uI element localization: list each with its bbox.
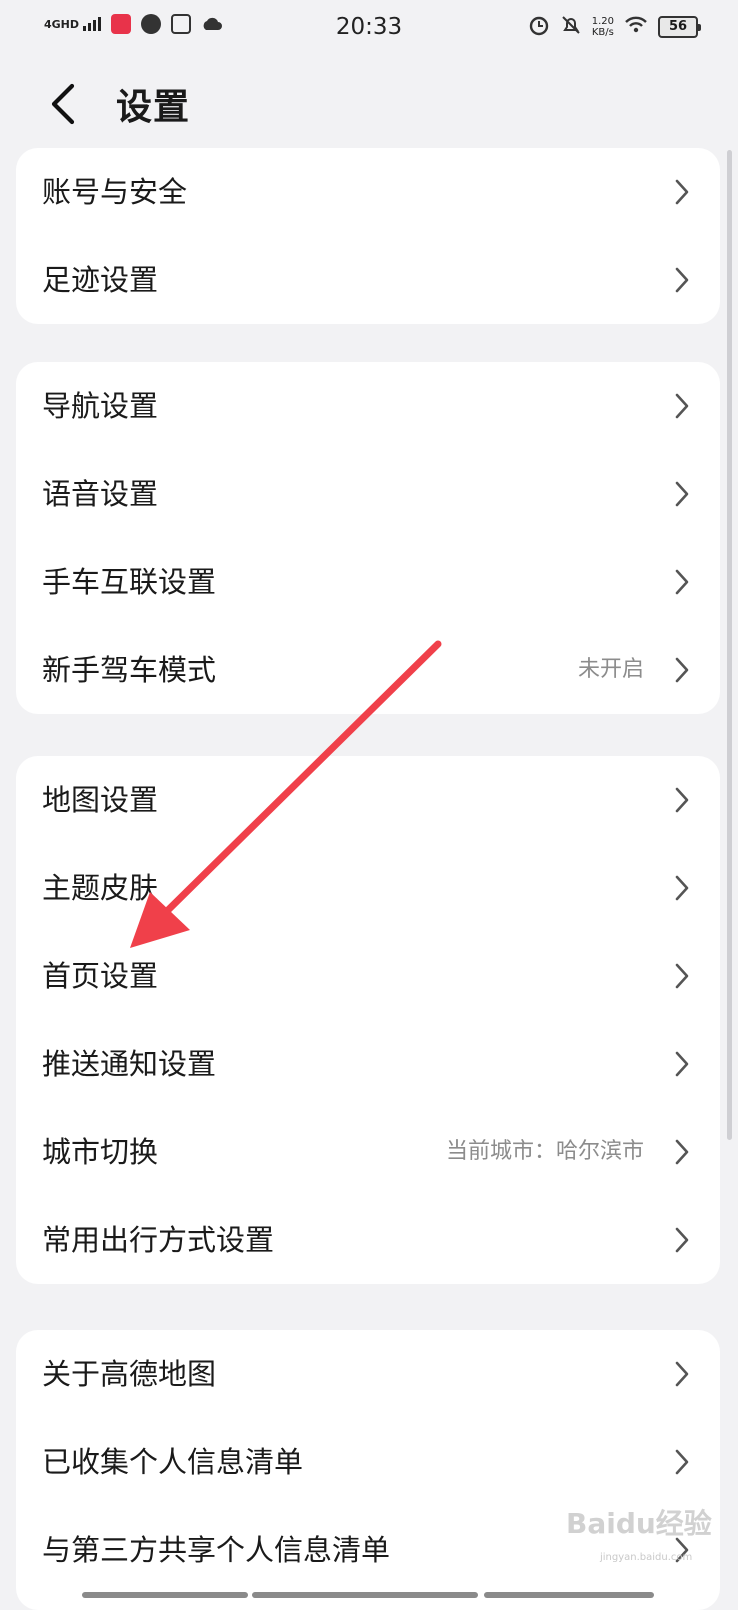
chevron-right-icon: [675, 1227, 689, 1253]
item-label: 城市切换: [42, 1135, 159, 1169]
chevron-right-icon: [675, 1361, 689, 1387]
navigation-settings-item[interactable]: 导航设置: [16, 362, 720, 450]
item-status-value: 未开启: [577, 657, 644, 682]
push-notification-settings-item[interactable]: 推送通知设置: [16, 1020, 720, 1108]
travel-mode-settings-item[interactable]: 常用出行方式设置: [16, 1196, 720, 1284]
chevron-right-icon: [675, 393, 689, 419]
item-label: 地图设置: [42, 783, 159, 817]
collected-personal-info-item[interactable]: 已收集个人信息清单: [16, 1418, 720, 1506]
settings-group-navigation: 导航设置 语音设置 手车互联设置 新手驾车模式 未开启: [16, 362, 720, 714]
chevron-right-icon: [675, 179, 689, 205]
item-label: 足迹设置: [42, 263, 159, 297]
theme-skin-item[interactable]: 主题皮肤: [16, 844, 720, 932]
about-amap-item[interactable]: 关于高德地图: [16, 1330, 720, 1418]
item-label: 语音设置: [42, 477, 159, 511]
item-label: 新手驾车模式: [42, 653, 217, 687]
item-label: 导航设置: [42, 389, 159, 423]
novice-driving-mode-item[interactable]: 新手驾车模式 未开启: [16, 626, 720, 714]
page-title: 设置: [116, 87, 191, 128]
account-security-item[interactable]: 账号与安全: [16, 148, 720, 236]
battery-indicator: 56: [658, 16, 701, 38]
network-speed: 1.20 KB/s: [592, 16, 614, 38]
back-arrow-icon: [51, 83, 75, 125]
city-switch-item[interactable]: 城市切换 当前城市：哈尔滨市: [16, 1108, 720, 1196]
item-label: 关于高德地图: [42, 1357, 217, 1391]
item-label: 首页设置: [42, 959, 159, 993]
baidu-watermark-url: jingyan.baidu.com: [600, 1552, 693, 1563]
chevron-right-icon: [675, 569, 689, 595]
wifi-icon: [624, 15, 648, 39]
baidu-watermark: Baidu经验: [566, 1507, 712, 1540]
item-label: 推送通知设置: [42, 1047, 217, 1081]
current-city-value: 当前城市：哈尔滨市: [445, 1139, 644, 1164]
header: 设置: [0, 70, 738, 134]
chevron-right-icon: [675, 1449, 689, 1475]
home-indicator[interactable]: [484, 1592, 654, 1598]
speed-value: 1.20: [591, 16, 614, 27]
item-label: 已收集个人信息清单: [42, 1445, 304, 1479]
chevron-right-icon: [675, 875, 689, 901]
chevron-right-icon: [675, 481, 689, 507]
voice-settings-item[interactable]: 语音设置: [16, 450, 720, 538]
item-label: 账号与安全: [42, 175, 188, 209]
chevron-right-icon: [675, 267, 689, 293]
mute-bell-icon: [560, 14, 582, 40]
home-indicator[interactable]: [252, 1592, 478, 1598]
chevron-right-icon: [675, 1051, 689, 1077]
item-label: 与第三方共享个人信息清单: [42, 1533, 391, 1567]
chevron-right-icon: [675, 657, 689, 683]
chevron-right-icon: [675, 963, 689, 989]
scrollbar[interactable]: [727, 150, 732, 1140]
chevron-right-icon: [675, 787, 689, 813]
phone-car-link-item[interactable]: 手车互联设置: [16, 538, 720, 626]
status-right: 1.20 KB/s 56: [528, 14, 701, 40]
settings-group-map: 地图设置 主题皮肤 首页设置 推送通知设置 城市切换 当前城市：哈尔滨市 常用出…: [16, 756, 720, 1284]
settings-group-account: 账号与安全 足迹设置: [16, 148, 720, 324]
map-settings-item[interactable]: 地图设置: [16, 756, 720, 844]
alarm-icon: [528, 14, 550, 40]
chevron-right-icon: [675, 1139, 689, 1165]
settings-group-about: 关于高德地图 已收集个人信息清单 与第三方共享个人信息清单: [16, 1330, 720, 1610]
speed-unit: KB/s: [591, 27, 614, 38]
item-label: 常用出行方式设置: [42, 1223, 275, 1257]
item-label: 手车互联设置: [42, 565, 217, 599]
back-button[interactable]: [46, 82, 82, 126]
status-bar: 4GHD 20:33 1.20 KB/s 56: [0, 0, 738, 58]
footprint-settings-item[interactable]: 足迹设置: [16, 236, 720, 324]
item-label: 主题皮肤: [42, 871, 159, 905]
homepage-settings-item[interactable]: 首页设置: [16, 932, 720, 1020]
home-indicator[interactable]: [82, 1592, 248, 1598]
